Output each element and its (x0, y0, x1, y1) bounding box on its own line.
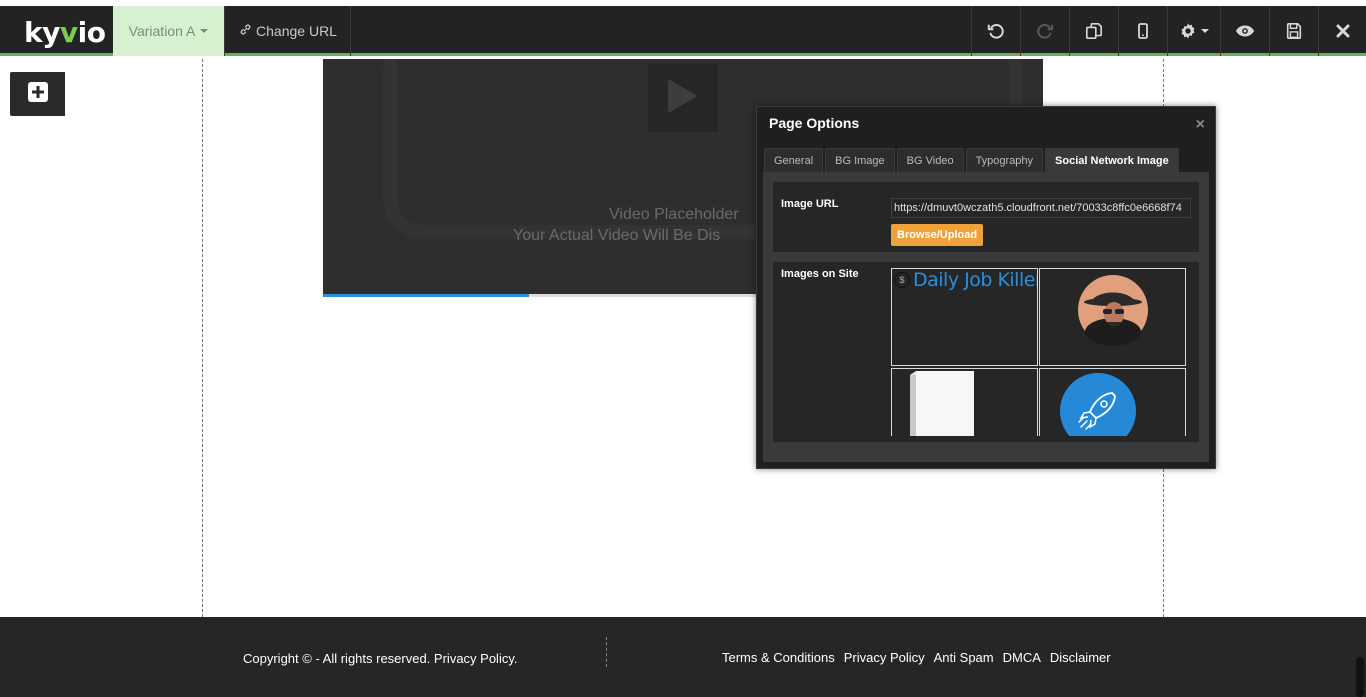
preview-button[interactable] (1220, 6, 1269, 56)
undo-icon (987, 22, 1005, 40)
variation-dropdown-button[interactable]: Variation A (113, 6, 225, 56)
site-image-thumb-avatar[interactable] (1039, 268, 1186, 366)
change-url-button[interactable]: Change URL (226, 6, 351, 56)
redo-icon (1036, 22, 1054, 40)
tab-typography[interactable]: Typography (965, 148, 1044, 172)
undo-button[interactable] (971, 6, 1020, 56)
save-button[interactable] (1269, 6, 1318, 56)
modal-tabs: General BG Image BG Video Typography Soc… (764, 148, 1179, 172)
video-placeholder-subtitle: Your Actual Video Will Be Dis (513, 227, 721, 244)
save-icon (1285, 22, 1303, 40)
tab-general[interactable]: General (764, 148, 824, 172)
link-icon (239, 23, 252, 39)
browse-upload-button[interactable]: Browse/Upload (891, 224, 984, 246)
footer-links: Terms & Conditions Privacy Policy Anti S… (722, 650, 1111, 665)
change-url-label: Change URL (256, 23, 337, 39)
logo-part-1: ky (24, 16, 60, 49)
image-url-label: Image URL (781, 198, 839, 210)
left-content-guide (202, 59, 203, 697)
site-images-grid[interactable]: $ Daily Job Killer (891, 268, 1187, 436)
site-image-thumb-rocket[interactable] (1039, 368, 1186, 436)
modal-close-icon[interactable]: × (1196, 117, 1205, 133)
images-on-site-label: Images on Site (781, 268, 859, 280)
play-button[interactable] (648, 64, 718, 132)
copy-button[interactable] (1069, 6, 1118, 56)
djk-logo: $ Daily Job Killer (894, 269, 1038, 291)
logo-part-v: v (59, 16, 78, 49)
settings-dropdown-button[interactable] (1167, 6, 1220, 56)
mobile-view-button[interactable] (1118, 6, 1167, 56)
play-icon (666, 77, 700, 120)
page-footer: Copyright © - All rights reserved. Priva… (0, 617, 1366, 697)
top-toolbar: kyvio Variation A Change URL (0, 6, 1366, 56)
redo-button[interactable] (1020, 6, 1069, 56)
tab-bg-video[interactable]: BG Video (896, 148, 964, 172)
copy-icon (1085, 22, 1103, 40)
person-avatar-image (1040, 275, 1185, 365)
chevron-down-icon (1201, 29, 1209, 33)
gear-icon (1179, 22, 1197, 40)
footer-link-disclaimer[interactable]: Disclaimer (1050, 650, 1111, 665)
logo-part-2: io (77, 16, 106, 49)
mobile-icon (1137, 22, 1149, 40)
footer-link-dmca[interactable]: DMCA (1003, 650, 1041, 665)
djk-logo-text: Daily Job Killer (913, 269, 1038, 291)
site-image-thumb-product-box[interactable] (891, 368, 1038, 436)
close-icon (1336, 24, 1350, 38)
add-block-button[interactable] (10, 72, 65, 116)
dollar-coin-icon: $ (894, 272, 910, 288)
modal-body: Image URL Browse/Upload Images on Site $… (763, 172, 1209, 462)
copyright-text: Copyright © - All rights reserved. Priva… (243, 651, 518, 666)
variation-label: Variation A (128, 23, 196, 39)
eye-icon (1235, 24, 1255, 38)
footer-link-terms[interactable]: Terms & Conditions (722, 650, 835, 665)
footer-divider (606, 637, 607, 667)
image-url-input[interactable] (891, 198, 1191, 218)
modal-title: Page Options (769, 115, 860, 131)
images-on-site-panel: Images on Site $ Daily Job Killer (773, 262, 1199, 442)
page-scrollbar[interactable] (1356, 657, 1364, 697)
video-progress-fill (323, 294, 529, 297)
close-editor-button[interactable] (1318, 6, 1366, 56)
image-url-panel: Image URL Browse/Upload (773, 182, 1199, 252)
video-placeholder-title: Video Placeholder (609, 206, 739, 223)
site-image-thumb-djk-logo[interactable]: $ Daily Job Killer (891, 268, 1038, 366)
page-options-modal: Page Options × General BG Image BG Video… (756, 106, 1216, 469)
chevron-down-icon (200, 29, 209, 33)
tab-social-network-image[interactable]: Social Network Image (1045, 148, 1179, 172)
tab-bg-image[interactable]: BG Image (825, 148, 895, 172)
kyvio-logo[interactable]: kyvio (24, 16, 106, 49)
plus-square-icon (27, 81, 49, 108)
footer-link-privacy[interactable]: Privacy Policy (844, 650, 925, 665)
footer-link-antispam[interactable]: Anti Spam (934, 650, 994, 665)
